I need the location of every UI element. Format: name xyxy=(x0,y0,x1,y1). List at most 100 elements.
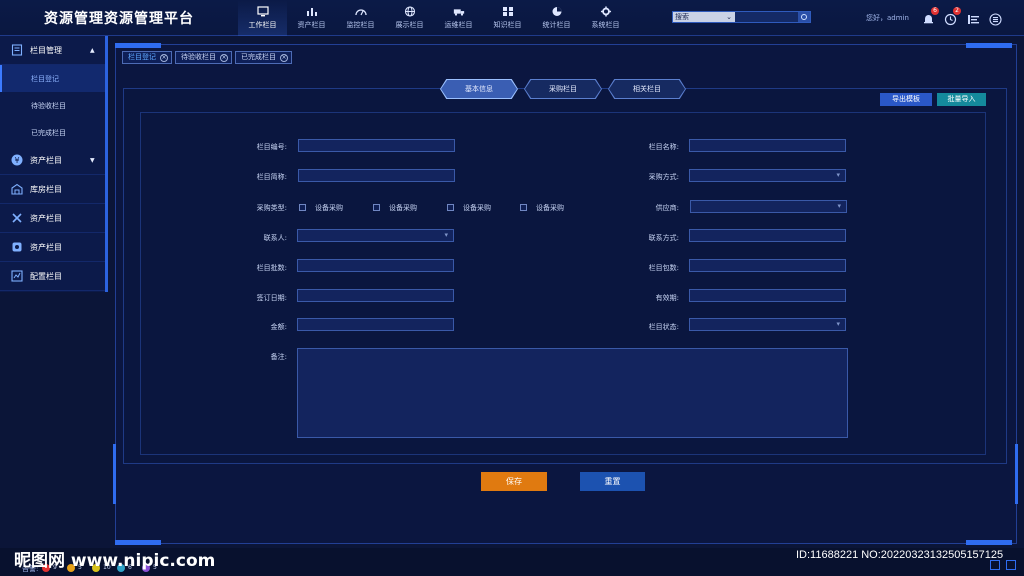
project-status-select[interactable] xyxy=(689,318,846,331)
project-status-label: 栏目状态: xyxy=(648,323,679,331)
menu-lines-icon[interactable] xyxy=(967,11,980,24)
package-count-label: 栏目包数: xyxy=(648,264,679,272)
batch-count-input[interactable] xyxy=(297,259,454,272)
clock-icon[interactable]: 2 xyxy=(944,7,961,26)
sidebar-group-config[interactable]: 配置栏目 xyxy=(0,262,105,291)
batch-count-label: 栏目批数: xyxy=(256,264,287,272)
close-icon[interactable]: × xyxy=(220,53,228,62)
monitor-icon xyxy=(256,6,269,17)
nav-label: 监控栏目 xyxy=(346,21,375,29)
yen-icon: ¥ xyxy=(11,154,23,166)
contact-label: 联系人: xyxy=(263,234,287,242)
save-button[interactable]: 保存 xyxy=(481,472,547,491)
project-name-label: 栏目名称: xyxy=(648,143,679,151)
purchase-method-label: 采购方式: xyxy=(648,173,679,181)
package-count-input[interactable] xyxy=(689,259,846,272)
sidebar-item-registration[interactable]: 栏目登记 xyxy=(0,65,105,92)
sidebar-group-label: 资产栏目 xyxy=(30,213,62,223)
supplier-label: 供应商: xyxy=(655,204,679,212)
nav-item-ops[interactable]: 运维栏目 xyxy=(434,0,483,36)
step-tabs: 基本信息 采购栏目 相关栏目 xyxy=(440,79,686,99)
nav-item-assets[interactable]: 资产栏目 xyxy=(287,0,336,36)
project-short-name-input[interactable] xyxy=(298,169,455,182)
chevron-down-icon: ⌄ xyxy=(726,13,732,21)
sidebar-group-project-mgmt[interactable]: 栏目管理 ▲ xyxy=(0,36,105,65)
expand-icon[interactable] xyxy=(990,560,1000,570)
export-template-button[interactable]: 导出模板 xyxy=(880,93,932,106)
frame-side-accent xyxy=(1015,444,1018,504)
contact-method-input[interactable] xyxy=(689,229,846,242)
tab-completed[interactable]: 已完成栏目 × xyxy=(235,51,292,64)
sidebar-item-pending[interactable]: 待验收栏目 xyxy=(0,92,105,119)
nav-item-knowledge[interactable]: 知识栏目 xyxy=(483,0,532,36)
shrink-icon[interactable] xyxy=(1006,560,1016,570)
watermark-right: ID:11688221 NO:20220323132505157125 xyxy=(796,549,1004,561)
frame-corner xyxy=(966,540,1012,545)
project-name-input[interactable] xyxy=(689,139,846,152)
chip-icon xyxy=(12,242,22,252)
chevron-up-icon: ▲ xyxy=(90,46,95,54)
search-category-select[interactable]: 搜索 ⌄ xyxy=(673,12,735,22)
main-nav: 工作栏目 资产栏目 监控栏目 展示栏目 运维栏目 知识栏目 统计栏目 系统栏目 xyxy=(238,0,630,36)
nav-item-system[interactable]: 系统栏目 xyxy=(581,0,630,36)
nav-item-display[interactable]: 展示栏目 xyxy=(385,0,434,36)
close-icon[interactable]: × xyxy=(280,53,288,62)
purchase-type-checkbox[interactable] xyxy=(447,204,454,211)
tab-label: 已完成栏目 xyxy=(241,53,276,61)
app-title: 资源管理资源管理平台 xyxy=(44,11,194,27)
pie-chart-icon xyxy=(552,7,561,16)
search-select-label: 搜索 xyxy=(675,13,689,21)
sidebar-group-assets-tools[interactable]: 资产栏目 xyxy=(0,204,105,233)
amount-input[interactable] xyxy=(297,318,454,331)
sidebar-group-assets[interactable]: ¥ 资产栏目 ▼ xyxy=(0,146,105,175)
nav-label: 系统栏目 xyxy=(591,21,620,29)
gear-icon xyxy=(600,6,611,17)
validity-input[interactable] xyxy=(689,289,846,302)
search-icon[interactable] xyxy=(798,12,810,22)
globe-icon xyxy=(404,6,415,17)
frame-side-accent xyxy=(113,444,116,504)
search-input[interactable] xyxy=(735,12,798,22)
sidebar-group-warehouse[interactable]: 库房栏目 xyxy=(0,175,105,204)
project-code-input[interactable] xyxy=(298,139,455,152)
gauge-icon xyxy=(354,9,367,16)
sidebar-group-assets-devices[interactable]: 资产栏目 xyxy=(0,233,105,262)
frame-corner xyxy=(115,540,161,545)
sidebar-item-completed[interactable]: 已完成栏目 xyxy=(0,119,105,146)
close-icon[interactable]: × xyxy=(160,53,168,62)
nav-label: 资产栏目 xyxy=(297,21,326,29)
bell-icon[interactable]: 6 xyxy=(922,7,939,24)
step-basic-info[interactable]: 基本信息 xyxy=(441,80,517,98)
sidebar-group-label: 资产栏目 xyxy=(30,155,62,165)
nav-item-work[interactable]: 工作栏目 xyxy=(238,0,287,36)
remark-textarea[interactable] xyxy=(297,348,848,438)
supplier-select[interactable] xyxy=(690,200,847,213)
tab-label: 待验收栏目 xyxy=(181,53,216,61)
purchase-type-checkbox[interactable] xyxy=(299,204,306,211)
search-box: 搜索 ⌄ xyxy=(672,11,811,23)
sign-date-label: 签订日期: xyxy=(256,294,287,302)
batch-import-button[interactable]: 批量导入 xyxy=(937,93,986,106)
step-purchase[interactable]: 采购栏目 xyxy=(525,80,601,98)
nav-item-monitor[interactable]: 监控栏目 xyxy=(336,0,385,36)
checkbox-label: 设备采购 xyxy=(389,204,417,212)
notification-badge: 6 xyxy=(931,7,939,15)
wrench-icon xyxy=(12,213,22,223)
purchase-type-checkbox[interactable] xyxy=(373,204,380,211)
tab-pending[interactable]: 待验收栏目 × xyxy=(175,51,232,64)
nav-item-stats[interactable]: 统计栏目 xyxy=(532,0,581,36)
tab-registration[interactable]: 栏目登记 × xyxy=(122,51,172,64)
step-related[interactable]: 相关栏目 xyxy=(609,80,685,98)
sign-date-input[interactable] xyxy=(297,289,454,302)
purchase-method-select[interactable] xyxy=(689,169,846,182)
sidebar-group-label: 资产栏目 xyxy=(30,242,62,252)
frame-corner xyxy=(966,43,1012,48)
remark-label: 备注: xyxy=(270,353,287,361)
reset-button[interactable]: 重置 xyxy=(580,472,645,491)
contact-select[interactable] xyxy=(297,229,454,242)
project-code-label: 栏目编号: xyxy=(256,143,287,151)
list-circle-icon[interactable] xyxy=(989,11,1002,26)
nav-label: 工作栏目 xyxy=(248,21,277,29)
reminder-badge: 2 xyxy=(953,7,961,15)
purchase-type-checkbox[interactable] xyxy=(520,204,527,211)
